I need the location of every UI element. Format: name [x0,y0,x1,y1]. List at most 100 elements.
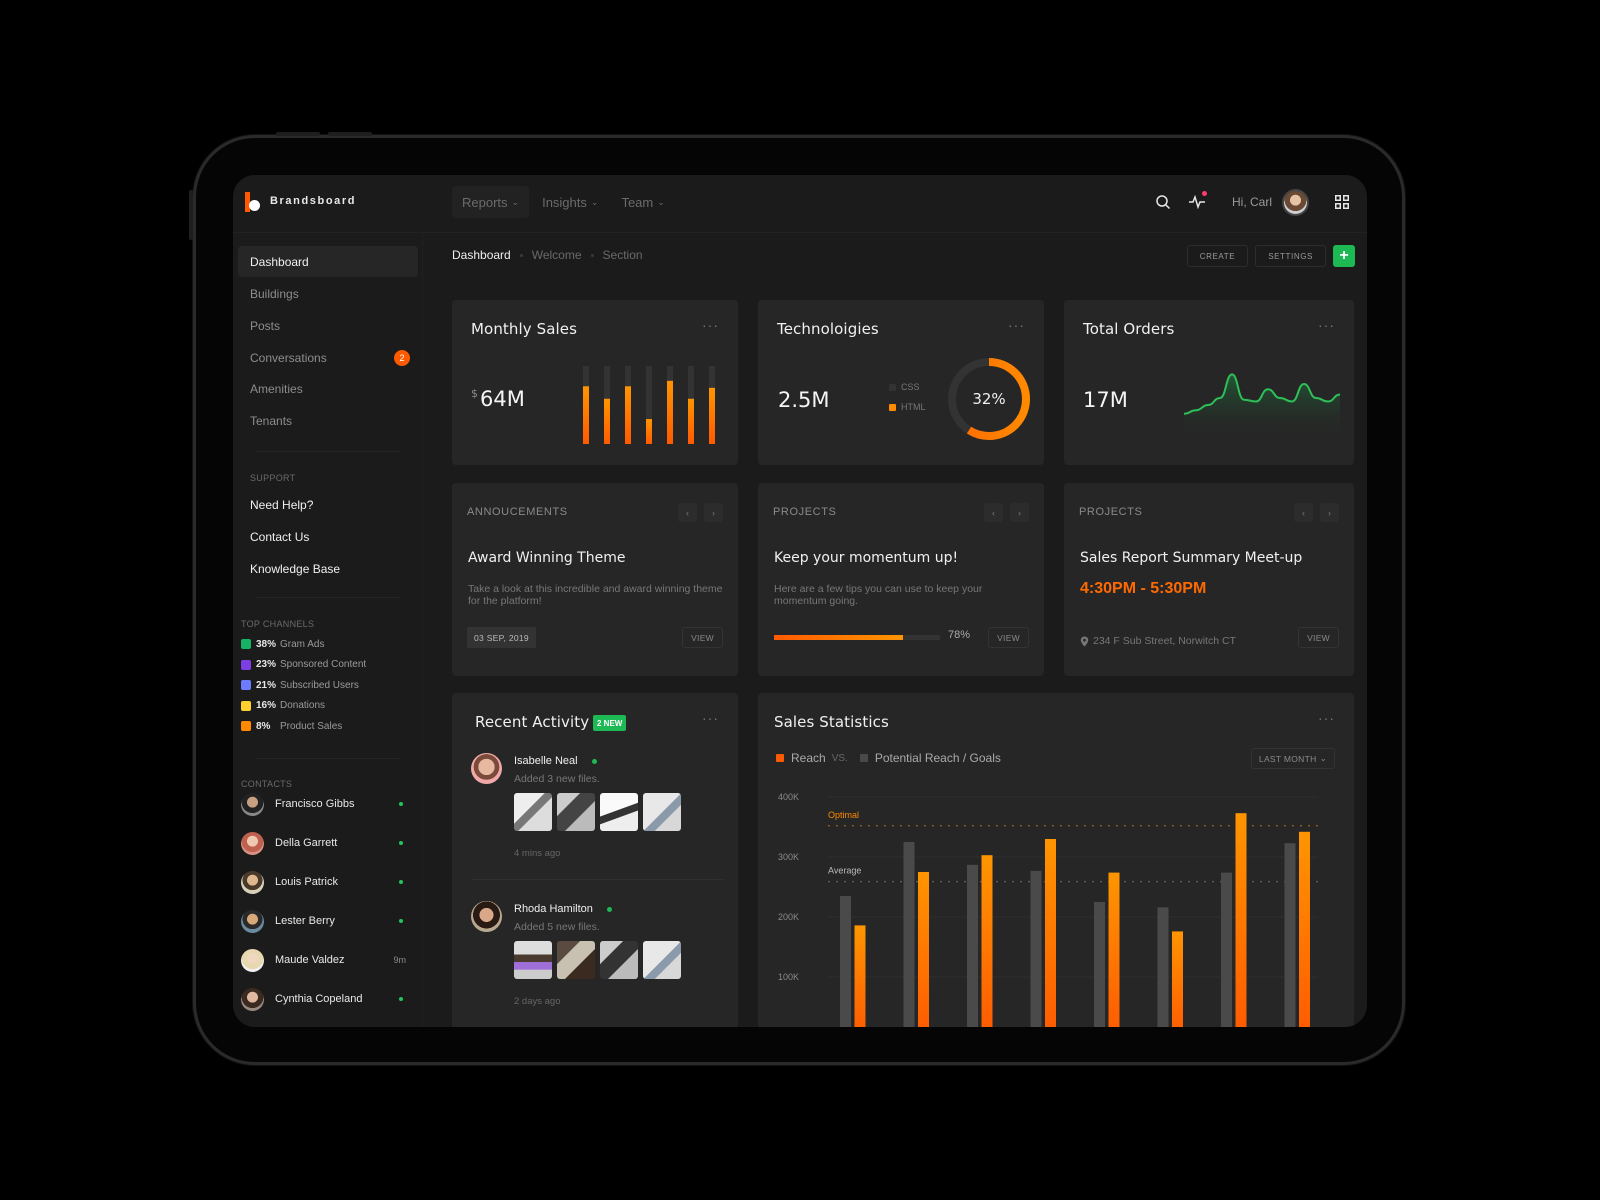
channel-label: Gram Ads [280,638,325,650]
top-channels-heading: TOP CHANNELS [241,619,315,629]
monthly-sales-value: $64M [471,387,525,411]
file-thumbnail[interactable] [557,793,595,831]
file-thumbnail[interactable] [557,941,595,979]
channel-item[interactable]: 16% Donations [241,699,325,713]
legend-swatch-potential [859,754,868,762]
page-actions: CREATE SETTINGS + [1186,245,1355,267]
sidebar-item-label: Dashboard [250,254,309,269]
next-button[interactable]: › [704,503,723,522]
sidebar-divider [255,597,400,598]
prev-button[interactable]: ‹ [984,503,1003,522]
channel-color-swatch [241,700,251,711]
next-button[interactable]: › [1010,503,1029,522]
announcement-description: Take a look at this incredible and award… [468,583,723,607]
nav-insights[interactable]: Insights ⌄ [532,186,608,218]
sidebar-item-amenities[interactable]: Amenities [238,373,418,404]
avatar [241,948,264,972]
activity-button[interactable] [1184,189,1210,215]
create-button[interactable]: CREATE [1186,245,1249,267]
progress-label: 78% [948,629,971,641]
breadcrumb-section[interactable]: Section [603,248,643,262]
channel-item[interactable]: 21% Subscribed Users [241,678,359,692]
file-thumbnail[interactable] [514,941,552,979]
top-bar: Brandsboard Reports ⌄ Insights ⌄ Team ⌄ Hi,… [233,175,1367,233]
sidebar-item-knowledge-base[interactable]: Knowledge Base [238,553,418,584]
file-thumbnail[interactable] [643,941,681,979]
file-thumbnail[interactable] [600,941,638,979]
contact-item[interactable]: Maude Valdez 9m [241,947,406,973]
activity-time: 2 days ago [514,996,561,1007]
activity-time: 4 mins ago [514,848,561,859]
chevron-down-icon: ⌄ [657,196,665,207]
brand-logo-icon[interactable] [245,192,263,212]
section-label: PROJECTS [1079,506,1143,518]
bar-reach [1235,813,1247,1027]
contact-item[interactable]: Francisco Gibbs [241,791,406,817]
view-button[interactable]: VIEW [682,627,723,648]
contact-name: Maude Valdez [275,954,345,966]
channel-color-swatch [241,639,251,649]
online-indicator [399,841,403,845]
sidebar-item-buildings[interactable]: Buildings [238,278,418,309]
channel-item[interactable]: 38% Gram Ads [241,637,324,651]
sidebar-item-tenants[interactable]: Tenants [238,405,418,436]
avatar[interactable] [471,901,502,932]
more-options-icon[interactable]: ··· [1318,711,1335,725]
more-options-icon[interactable]: ··· [1318,318,1335,332]
channel-percent: 21% [256,679,277,691]
progress-bar [774,635,940,640]
y-tick-label: 300K [778,852,799,862]
search-button[interactable] [1150,189,1176,215]
file-thumbnail[interactable] [600,793,638,831]
activity-pulse-icon [1188,195,1205,209]
sidebar-item-posts[interactable]: Posts [238,310,418,341]
y-tick-label: 400K [778,792,799,802]
contact-name: Louis Patrick [275,876,338,888]
pager: ‹ › [1294,503,1339,522]
prev-button[interactable]: ‹ [678,503,697,522]
sidebar-item-contact-us[interactable]: Contact Us [238,521,418,552]
channel-item[interactable]: 23% Sponsored Content [241,658,366,672]
pager: ‹ › [678,503,723,522]
add-button[interactable]: + [1333,245,1355,267]
projects-meetup-card: PROJECTS ‹ › Sales Report Summary Meet-up… [1064,483,1354,676]
settings-button[interactable]: SETTINGS [1255,245,1326,267]
contact-item[interactable]: Lester Berry [241,908,406,934]
nav-team[interactable]: Team ⌄ [611,186,674,218]
prev-button[interactable]: ‹ [1294,503,1313,522]
apps-grid-button[interactable] [1329,189,1355,215]
user-avatar[interactable] [1282,188,1309,216]
contact-item[interactable]: Cynthia Copeland [241,986,406,1012]
bar-potential-reach [903,842,915,1027]
chevron-down-icon: ⌄ [1319,753,1327,763]
online-indicator [399,997,403,1001]
sidebar-item-need-help[interactable]: Need Help? [238,489,418,520]
activity-user: Rhoda Hamilton [514,903,612,915]
technologies-value: 2.5M [778,388,830,412]
contact-item[interactable]: Louis Patrick [241,869,406,895]
contacts-heading: CONTACTS [241,779,293,789]
view-button[interactable]: VIEW [988,627,1029,648]
contact-item[interactable]: Della Garrett [241,830,406,856]
period-dropdown[interactable]: LAST MONTH ⌄ [1250,748,1335,769]
device-volume-button [328,132,372,136]
next-button[interactable]: › [1320,503,1339,522]
breadcrumb-dashboard[interactable]: Dashboard [452,248,511,262]
nav-reports[interactable]: Reports ⌄ [452,186,530,218]
bar-reach [1172,931,1183,1027]
avatar[interactable] [471,753,502,784]
bar-reach [1108,872,1120,1027]
more-options-icon[interactable]: ··· [702,318,719,332]
more-options-icon[interactable]: ··· [702,711,719,725]
breadcrumb-welcome[interactable]: Welcome [532,248,582,262]
sidebar-item-dashboard[interactable]: Dashboard [238,246,418,277]
channel-percent: 23% [256,659,277,670]
view-button[interactable]: VIEW [1298,627,1339,648]
more-options-icon[interactable]: ··· [1008,318,1025,332]
bar-value [604,398,610,444]
file-thumbnail[interactable] [514,793,552,831]
channel-item[interactable]: 8% Product Sales [241,719,342,733]
file-thumbnail[interactable] [643,793,681,831]
file-thumbnails [514,941,681,979]
sidebar-item-conversations[interactable]: Conversations 2 [238,342,418,373]
